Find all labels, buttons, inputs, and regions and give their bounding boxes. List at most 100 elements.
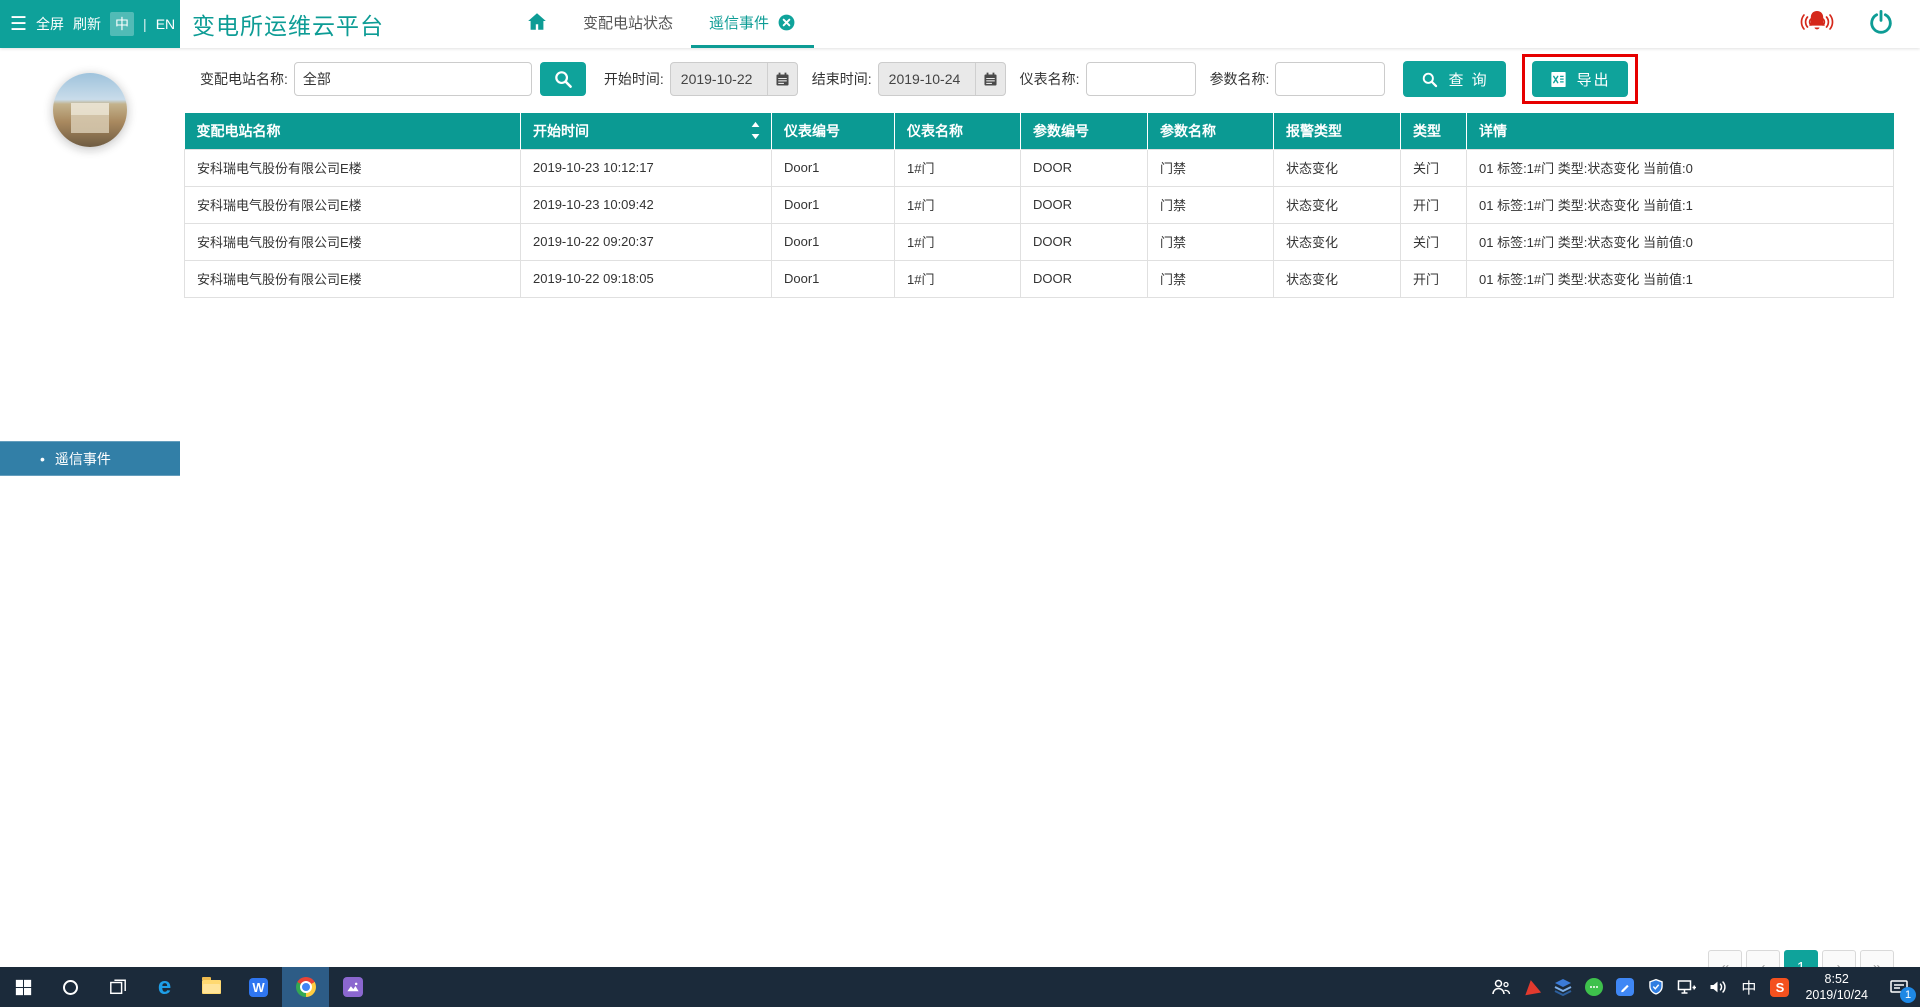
sidebar-item-sms-log[interactable]: •短信日志 [0,546,180,581]
table-cell: 关门 [1401,223,1467,260]
sidebar-item-operation-log[interactable]: •操作日志 [0,511,180,546]
lang-en-button[interactable]: EN [156,16,175,32]
fullscreen-button[interactable]: 全屏 [36,14,64,34]
sidebar-item-event-record[interactable]: 事件记录 [0,401,180,441]
start-button[interactable] [0,967,47,1007]
logout-power-button[interactable] [1868,9,1894,40]
sidebar-item-electricity-analysis[interactable]: 用电分析 [0,361,180,401]
column-header[interactable]: 变配电站名称 [185,113,521,149]
calendar-icon[interactable] [975,63,1005,95]
column-header[interactable]: 仪表编号 [772,113,895,149]
tab-station-status[interactable]: 变配电站状态 [565,0,691,48]
sidebar-item-label: 短信日志 [55,554,111,574]
calendar-icon[interactable] [767,63,797,95]
column-header[interactable]: 开始时间 [521,113,772,149]
sogou-icon[interactable]: S [1764,967,1795,1007]
table-cell: 01 标签:1#门 类型:状态变化 当前值:0 [1467,223,1894,260]
cortana-button[interactable] [47,967,94,1007]
sidebar-item-power-monitoring[interactable]: 电力监测 [0,281,180,321]
sidebar-item-label: 用户报告 [62,786,122,807]
sidebar-item-label: 事件记录 [62,411,122,432]
ime-indicator[interactable]: 中 [1733,967,1764,1007]
tab-telemetry-events[interactable]: 遥信事件 [691,0,814,48]
sidebar-item-system-settings[interactable]: 系统设置 [0,816,180,856]
action-center-button[interactable]: 1 [1878,967,1920,1007]
sidebar-item-label: 越限事件 [55,484,111,504]
tray-shield-icon[interactable] [1640,967,1671,1007]
tab-close-icon[interactable] [777,13,796,32]
table-cell: 状态变化 [1274,186,1401,223]
query-button[interactable]: 查 询 [1403,61,1505,97]
power-monitoring-icon [25,291,45,311]
wps-button[interactable]: W [235,967,282,1007]
table-row[interactable]: 安科瑞电气股份有限公司E楼2019-10-22 09:18:05Door11#门… [185,260,1894,297]
power-quality-icon [25,331,45,351]
sidebar-item-limit-events[interactable]: • 越限事件 [0,476,180,511]
menu-toggle-icon[interactable]: ☰ [10,13,27,36]
column-header[interactable]: 详情 [1467,113,1894,149]
table-row[interactable]: 安科瑞电气股份有限公司E楼2019-10-22 09:20:37Door11#门… [185,223,1894,260]
chrome-icon [296,977,316,997]
chat-icon [1585,978,1603,996]
column-header[interactable]: 报警类型 [1274,113,1401,149]
table-row[interactable]: 安科瑞电气股份有限公司E楼2019-10-23 10:12:17Door11#门… [185,149,1894,186]
sidebar-item-label: 设备档案 [62,706,122,727]
table-cell: Door1 [772,260,895,297]
photos-button[interactable] [329,967,376,1007]
sidebar-item-safety[interactable]: 安全用电 [0,616,180,656]
lang-zh-button[interactable]: 中 [110,12,134,36]
home-tab[interactable] [509,0,565,48]
taskbar-clock[interactable]: 8:52 2019/10/24 [1795,971,1878,1004]
tray-note-icon[interactable] [1609,967,1640,1007]
tray-app-stack-icon[interactable] [1547,967,1578,1007]
table-cell: 安科瑞电气股份有限公司E楼 [185,186,521,223]
column-header[interactable]: 参数名称 [1148,113,1274,149]
home-icon [525,10,549,39]
column-header[interactable]: 参数编号 [1021,113,1148,149]
chrome-button[interactable] [282,967,329,1007]
table-cell: 1#门 [895,186,1021,223]
sidebar-item-om-management[interactable]: 运维管理 [0,736,180,776]
export-button-label: 导出 [1577,69,1611,90]
device-archive-icon [25,706,45,726]
bullet-icon: • [40,486,45,502]
end-time-label: 结束时间: [812,69,872,89]
table-row[interactable]: 安科瑞电气股份有限公司E楼2019-10-23 10:09:42Door11#门… [185,186,1894,223]
tab-label: 遥信事件 [709,12,769,33]
om-management-icon [25,746,45,766]
people-button[interactable] [1485,967,1516,1007]
table-cell: 安科瑞电气股份有限公司E楼 [185,149,521,186]
column-header[interactable]: 类型 [1401,113,1467,149]
search-button[interactable] [540,62,586,96]
end-date-input[interactable]: 2019-10-24 [878,62,1006,96]
tray-chat-icon[interactable] [1578,967,1609,1007]
alarm-bell-icon[interactable] [1794,7,1840,42]
edge-button[interactable]: e [141,967,188,1007]
param-name-input[interactable] [1275,62,1385,96]
sort-icon[interactable] [750,121,761,143]
file-explorer-button[interactable] [188,967,235,1007]
sidebar-item-platform-run-log[interactable]: •平台运行日志 [0,581,180,616]
export-button[interactable]: 导出 [1532,61,1628,97]
bullet-icon: • [40,451,45,467]
tray-app-red-icon[interactable] [1516,967,1547,1007]
start-date-input[interactable]: 2019-10-22 [670,62,798,96]
table-cell: 2019-10-22 09:20:37 [521,223,772,260]
sidebar-item-overview[interactable]: 概况 [0,241,180,281]
sidebar-item-user-report[interactable]: 用户报告 [0,776,180,816]
refresh-button[interactable]: 刷新 [73,14,101,34]
network-icon[interactable] [1671,967,1702,1007]
event-record-icon [25,411,45,431]
column-header[interactable]: 仪表名称 [895,113,1021,149]
task-view-button[interactable] [94,967,141,1007]
station-name-input[interactable] [294,62,532,96]
meter-name-input[interactable] [1086,62,1196,96]
table-cell: 门禁 [1148,260,1274,297]
sidebar-item-device-archive[interactable]: 设备档案 [0,696,180,736]
station-name-label: 变配电站名称: [200,69,288,89]
sidebar-item-telemetry-events[interactable]: •遥信事件 [0,441,180,476]
sidebar-item-environment[interactable]: 运行环境 [0,656,180,696]
volume-icon[interactable] [1702,967,1733,1007]
electricity-analysis-icon [25,371,45,391]
sidebar-item-power-quality[interactable]: 电能质量 [0,321,180,361]
